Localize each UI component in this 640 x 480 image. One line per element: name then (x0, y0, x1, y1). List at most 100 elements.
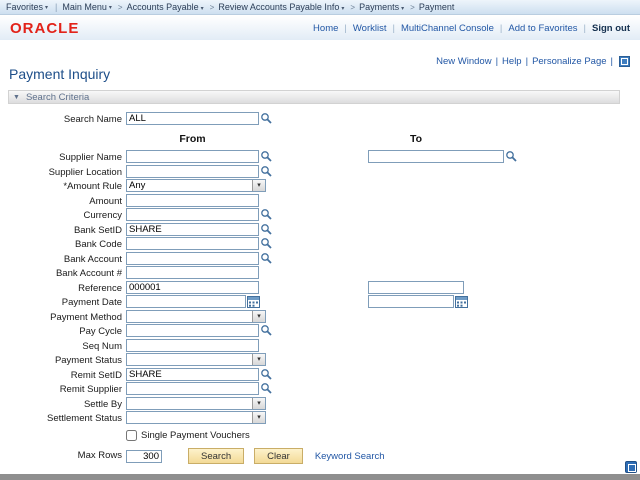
remit-setid-input[interactable] (126, 368, 259, 381)
lookup-icon[interactable] (260, 237, 273, 250)
breadcrumb-item[interactable]: Accounts Payable (127, 2, 199, 12)
chevron-down-icon: ▾ (401, 6, 404, 12)
search-criteria-header[interactable]: ▼ Search Criteria (8, 90, 620, 104)
dropdown-arrow-icon[interactable]: ▾ (252, 180, 265, 191)
amount-rule-control: Any▾ (126, 179, 266, 192)
breadcrumb: >Accounts Payable▾>Review Accounts Payab… (114, 2, 454, 12)
bank-code-control (126, 237, 273, 250)
link-separator: | (611, 56, 613, 67)
universal-navigation-bar: Favorites ▾ | Main Menu ▾ >Accounts Paya… (0, 0, 640, 15)
help-link[interactable]: Help (502, 56, 522, 67)
dropdown-arrow-icon[interactable]: ▾ (252, 412, 265, 423)
keyword-search-link[interactable]: Keyword Search (315, 451, 385, 462)
search-button[interactable]: Search (188, 448, 244, 464)
single-payment-vouchers-checkbox[interactable] (126, 430, 137, 441)
pay-cycle-input[interactable] (126, 324, 259, 337)
bank-setid-input[interactable] (126, 223, 259, 236)
remit-supplier-label: Remit Supplier (0, 384, 122, 395)
lookup-icon[interactable] (260, 165, 273, 178)
copy-url-icon[interactable] (619, 56, 630, 67)
lookup-icon[interactable] (260, 112, 273, 125)
payment-date-input[interactable] (126, 295, 246, 308)
settlement-status-row: Settlement Status ▾ (0, 411, 640, 426)
lookup-icon[interactable] (260, 150, 273, 163)
max-rows-input[interactable] (126, 450, 162, 463)
page-corner-icon[interactable] (625, 461, 637, 473)
supplier-location-input[interactable] (126, 165, 259, 178)
bank-account-num-input[interactable] (126, 266, 259, 279)
link-separator: | (344, 23, 346, 34)
payment-method-select[interactable]: ▾ (126, 310, 266, 323)
lookup-icon[interactable] (260, 208, 273, 221)
sign-out-link[interactable]: Sign out (592, 23, 630, 34)
lookup-icon[interactable] (505, 150, 518, 163)
chevron-down-icon: ▾ (45, 4, 48, 11)
main-menu[interactable]: Main Menu ▾ (62, 2, 114, 12)
header-link-worklist[interactable]: Worklist (353, 23, 387, 34)
lookup-icon[interactable] (260, 324, 273, 337)
lookup-icon[interactable] (260, 223, 273, 236)
payment-status-row: Payment Status▾ (0, 353, 640, 368)
page-links: New Window|Help|Personalize Page| (436, 56, 630, 67)
link-separator: | (500, 23, 502, 34)
payment-inquiry-screen: Favorites ▾ | Main Menu ▾ > Accounts Paya… (0, 0, 640, 480)
payment-status-select[interactable]: ▾ (126, 353, 266, 366)
bank-account-control (126, 252, 273, 265)
supplier-name-input[interactable] (126, 150, 259, 163)
reference-to-input[interactable] (368, 281, 464, 294)
actions-row: Max Rows Search Clear Keyword Search (0, 447, 640, 464)
breadcrumb-item[interactable]: Review Accounts Payable Info (218, 2, 339, 12)
settle-by-select-value (127, 398, 252, 409)
to-column-header: To (410, 133, 422, 145)
new-window-link[interactable]: New Window (436, 56, 491, 67)
pay-cycle-row: Pay Cycle (0, 324, 640, 339)
remit-setid-row: Remit SetID (0, 368, 640, 383)
lookup-icon[interactable] (260, 252, 273, 265)
clear-button[interactable]: Clear (254, 448, 303, 464)
header-link-multichannel-console[interactable]: MultiChannel Console (401, 23, 494, 34)
search-name-row: Search Name (0, 112, 640, 127)
lookup-icon[interactable] (260, 368, 273, 381)
search-name-input[interactable] (126, 112, 259, 125)
payment-date-control (126, 295, 260, 308)
favorites-menu[interactable]: Favorites ▾ (6, 2, 50, 12)
payment-method-row: Payment Method▾ (0, 310, 640, 325)
amount-input[interactable] (126, 194, 259, 207)
breadcrumb-item[interactable]: Payments (359, 2, 399, 12)
header-link-home[interactable]: Home (313, 23, 338, 34)
personalize-page-link[interactable]: Personalize Page (532, 56, 606, 67)
reference-label: Reference (0, 283, 122, 294)
payment-date-to-input[interactable] (368, 295, 454, 308)
header-links: Home|Worklist|MultiChannel Console|Add t… (313, 23, 630, 34)
dropdown-arrow-icon[interactable]: ▾ (252, 354, 265, 365)
lookup-icon[interactable] (260, 382, 273, 395)
currency-input[interactable] (126, 208, 259, 221)
calendar-icon[interactable] (247, 295, 260, 308)
calendar-icon[interactable] (455, 295, 468, 308)
reference-input[interactable] (126, 281, 259, 294)
dropdown-arrow-icon[interactable]: ▾ (252, 311, 265, 322)
header-link-add-to-favorites[interactable]: Add to Favorites (508, 23, 577, 34)
settlement-status-label: Settlement Status (0, 413, 122, 424)
chevron-down-icon: ▾ (109, 4, 112, 11)
remit-supplier-row: Remit Supplier (0, 382, 640, 397)
breadcrumb-separator: > (410, 3, 415, 12)
settle-by-select[interactable]: ▾ (126, 397, 266, 410)
bank-code-input[interactable] (126, 237, 259, 250)
pay-cycle-label: Pay Cycle (0, 326, 122, 337)
settlement-status-control: ▾ (126, 411, 266, 424)
bank-setid-row: Bank SetID (0, 223, 640, 238)
page-title: Payment Inquiry (9, 66, 110, 82)
dropdown-arrow-icon[interactable]: ▾ (252, 398, 265, 409)
payment-date-label: Payment Date (0, 297, 122, 308)
breadcrumb-item[interactable]: Payment (419, 2, 455, 12)
amount-rule-select[interactable]: Any▾ (126, 179, 266, 192)
seq-num-input[interactable] (126, 339, 259, 352)
remit-supplier-input[interactable] (126, 382, 259, 395)
supplier-name-to-input[interactable] (368, 150, 504, 163)
collapse-triangle-icon[interactable]: ▼ (13, 94, 20, 101)
supplier-location-control (126, 165, 273, 178)
settlement-status-select-value (127, 412, 252, 423)
bank-account-input[interactable] (126, 252, 259, 265)
settlement-status-select[interactable]: ▾ (126, 411, 266, 424)
